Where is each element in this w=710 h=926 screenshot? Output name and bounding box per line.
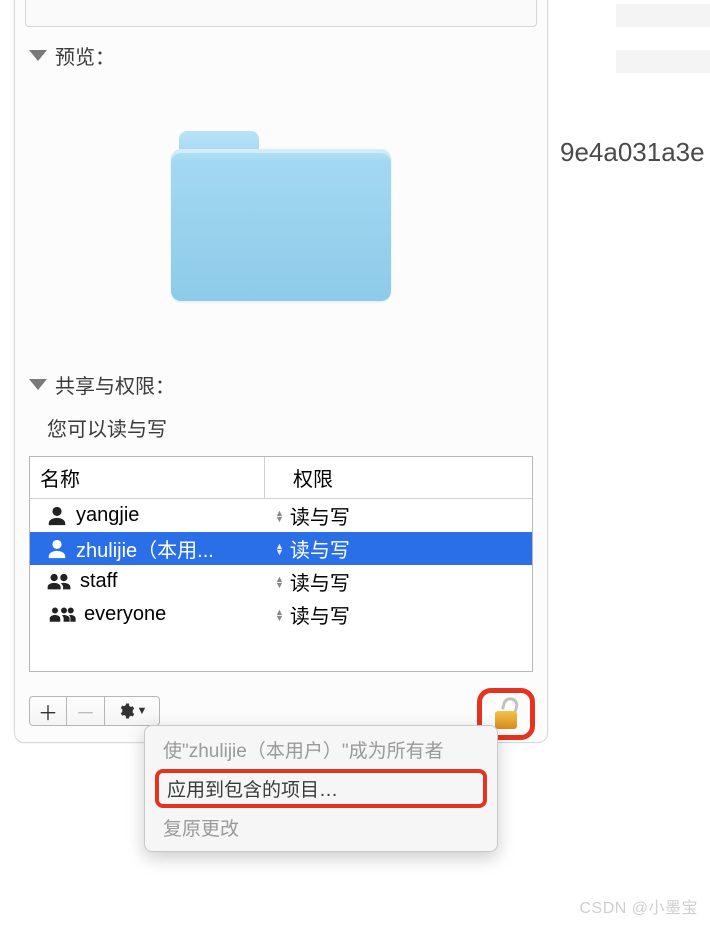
table-row[interactable]: everyone ▲▼ 读与写 [30, 598, 532, 631]
gear-icon [117, 702, 135, 720]
lock-icon[interactable] [493, 699, 519, 729]
you-can-label: 您可以读与写 [29, 405, 533, 456]
disclosure-triangle-icon [29, 50, 47, 61]
background-hash-text: 9e4a031a3e [560, 137, 705, 168]
table-row[interactable]: yangjie ▲▼ 读与写 [30, 499, 532, 532]
permission-cell[interactable]: ▲▼ 读与写 [265, 534, 532, 563]
permission-value: 读与写 [290, 600, 350, 629]
column-header-name[interactable]: 名称 [30, 457, 265, 498]
chevron-down-icon: ▼ [137, 705, 148, 717]
sharing-body: 您可以读与写 名称 权限 yangjie ▲▼ 读与写 zhulijie（本用... ▲… [15, 405, 547, 686]
stepper-icon: ▲▼ [275, 576, 284, 588]
top-field-placeholder [25, 0, 537, 27]
preview-title: 预览： [55, 41, 115, 70]
user-name-label: staff [80, 570, 117, 593]
person-icon [46, 538, 68, 560]
column-header-permission[interactable]: 权限 [265, 457, 532, 498]
permission-cell[interactable]: ▲▼ 读与写 [265, 501, 532, 530]
table-row[interactable]: zhulijie（本用... ▲▼ 读与写 [30, 532, 532, 565]
permissions-table: 名称 权限 yangjie▲▼读与写zhulijie（本用...▲▼读与写sta… [29, 456, 533, 672]
sharing-section-header[interactable]: 共享与权限： [15, 356, 547, 405]
permission-value: 读与写 [290, 567, 350, 596]
sharing-title: 共享与权限： [55, 370, 175, 399]
menu-item-revert: 复原更改 [145, 810, 497, 845]
user-name-label: zhulijie（本用... [76, 534, 214, 563]
permission-value: 读与写 [290, 534, 350, 563]
user-name-label: yangjie [76, 504, 139, 527]
permission-cell[interactable]: ▲▼ 读与写 [265, 600, 532, 629]
disclosure-triangle-icon [29, 379, 47, 390]
action-context-menu: 使"zhulijie（本用户）"成为所有者 应用到包含的项目… 复原更改 [144, 725, 498, 852]
get-info-panel: 预览： 共享与权限： 您可以读与写 名称 权限 yangjie▲▼读与写zhul… [14, 0, 548, 743]
people-pair-icon [46, 571, 72, 593]
table-row[interactable]: staff ▲▼ 读与写 [30, 565, 532, 598]
folder-icon [171, 131, 391, 301]
watermark: CSDN @小墨宝 [579, 894, 698, 918]
add-button[interactable]: ＋ [29, 696, 67, 726]
stepper-icon: ▲▼ [275, 609, 284, 621]
menu-item-apply-enclosed[interactable]: 应用到包含的项目… [155, 769, 487, 808]
table-empty-area [30, 631, 532, 671]
people-group-icon [46, 604, 76, 626]
preview-section-header[interactable]: 预览： [15, 27, 547, 76]
permission-value: 读与写 [290, 501, 350, 530]
action-menu-button[interactable]: ▼ [105, 696, 160, 726]
user-name-label: everyone [84, 603, 166, 626]
permission-cell[interactable]: ▲▼ 读与写 [265, 567, 532, 596]
preview-body [15, 76, 547, 356]
stepper-icon: ▲▼ [275, 510, 284, 522]
permissions-header-row: 名称 权限 [30, 457, 532, 499]
background-stripes [616, 4, 710, 73]
remove-button: － [67, 696, 105, 726]
person-icon [46, 505, 68, 527]
menu-item-make-owner: 使"zhulijie（本用户）"成为所有者 [145, 732, 497, 767]
stepper-icon: ▲▼ [275, 543, 284, 555]
